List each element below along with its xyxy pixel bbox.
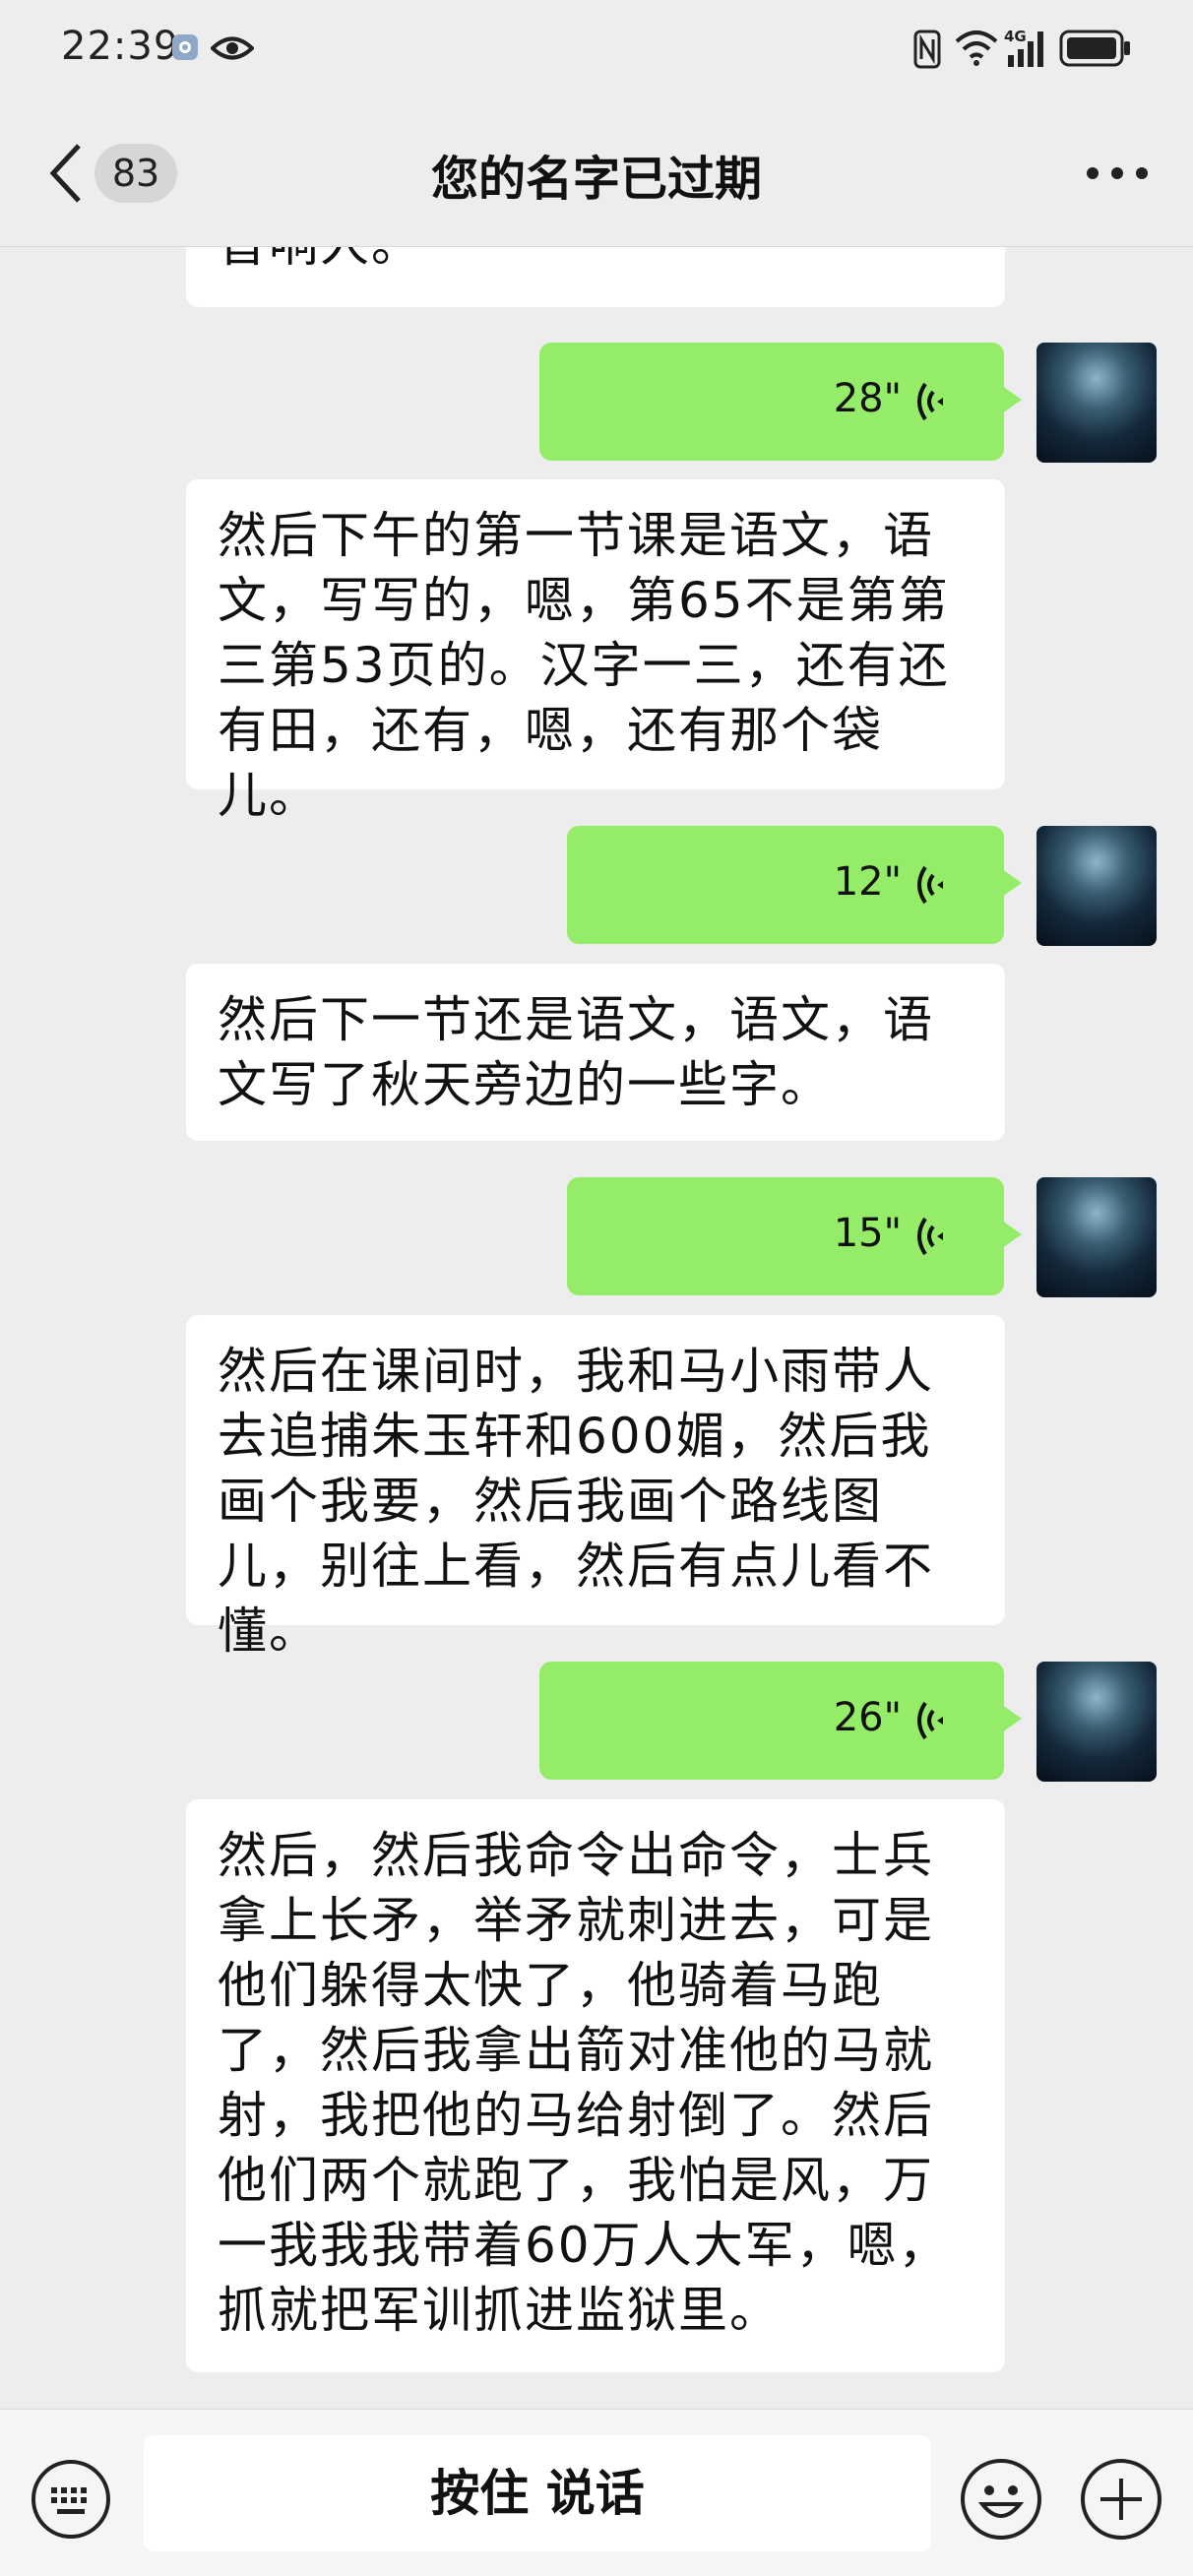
text-message-bubble[interactable]: 然后在课间时，我和马小雨带人去追捕朱玉轩和600媚，然后我画个我要，然后我画个路… xyxy=(186,1315,1005,1660)
avatar[interactable] xyxy=(1036,1177,1157,1297)
text-message-bubble[interactable]: 然后下午的第一节课是语文，语文，写写的，嗯，第65不是第第三第53页的。汉字一三… xyxy=(186,479,1005,824)
more-dots-icon[interactable] xyxy=(1087,167,1148,181)
voice-duration: 15" xyxy=(833,1211,902,1256)
chat-title: 您的名字已过期 xyxy=(430,152,762,207)
hold-to-talk-button[interactable]: 按住 说话 xyxy=(144,2435,931,2551)
input-bar: 按住 说话 xyxy=(0,2409,1193,2576)
text-message-bubble[interactable]: 音响人。 xyxy=(186,247,1005,307)
voice-message-bubble[interactable]: 26" xyxy=(539,1662,1022,1780)
message-list[interactable]: 音响人。 28" 然后下午的第一节课是语文，语文，写写的，嗯，第65不是第第三第… xyxy=(0,247,1193,2408)
network-label: 4G xyxy=(1004,28,1027,45)
battery-icon xyxy=(1059,30,1130,67)
app-notification-icon xyxy=(172,34,198,60)
status-bar: 22:39 4G xyxy=(0,0,1193,98)
voice-wave-icon xyxy=(917,1701,943,1740)
wifi-icon xyxy=(955,31,998,66)
voice-message-bubble[interactable]: 28" xyxy=(539,343,1022,461)
chat-header: 83 您的名字已过期 xyxy=(0,98,1193,247)
voice-duration: 28" xyxy=(833,376,902,421)
voice-message-bubble[interactable]: 12" xyxy=(567,826,1022,944)
nfc-icon xyxy=(913,30,941,69)
4g-signal-icon: 4G xyxy=(1004,28,1043,67)
keyboard-icon[interactable] xyxy=(30,2458,112,2541)
status-time: 22:39 xyxy=(61,24,180,69)
voice-message-bubble[interactable]: 15" xyxy=(567,1177,1022,1295)
text-message-bubble[interactable]: 然后，然后我命令出命令，士兵拿上长矛，举矛就刺进去，可是他们躲得太快了，他骑着马… xyxy=(186,1799,1005,2372)
voice-duration: 12" xyxy=(833,859,902,905)
plus-icon[interactable] xyxy=(1079,2457,1163,2542)
voice-wave-icon xyxy=(917,382,943,421)
text-message-bubble[interactable]: 然后下一节还是语文，语文，语文写了秋天旁边的一些字。 xyxy=(186,964,1005,1141)
avatar[interactable] xyxy=(1036,1662,1157,1782)
eye-icon xyxy=(211,36,254,60)
voice-wave-icon xyxy=(917,865,943,905)
avatar[interactable] xyxy=(1036,343,1157,463)
voice-wave-icon xyxy=(917,1217,943,1256)
emoji-icon[interactable] xyxy=(959,2457,1043,2542)
avatar[interactable] xyxy=(1036,826,1157,946)
voice-duration: 26" xyxy=(833,1695,902,1740)
